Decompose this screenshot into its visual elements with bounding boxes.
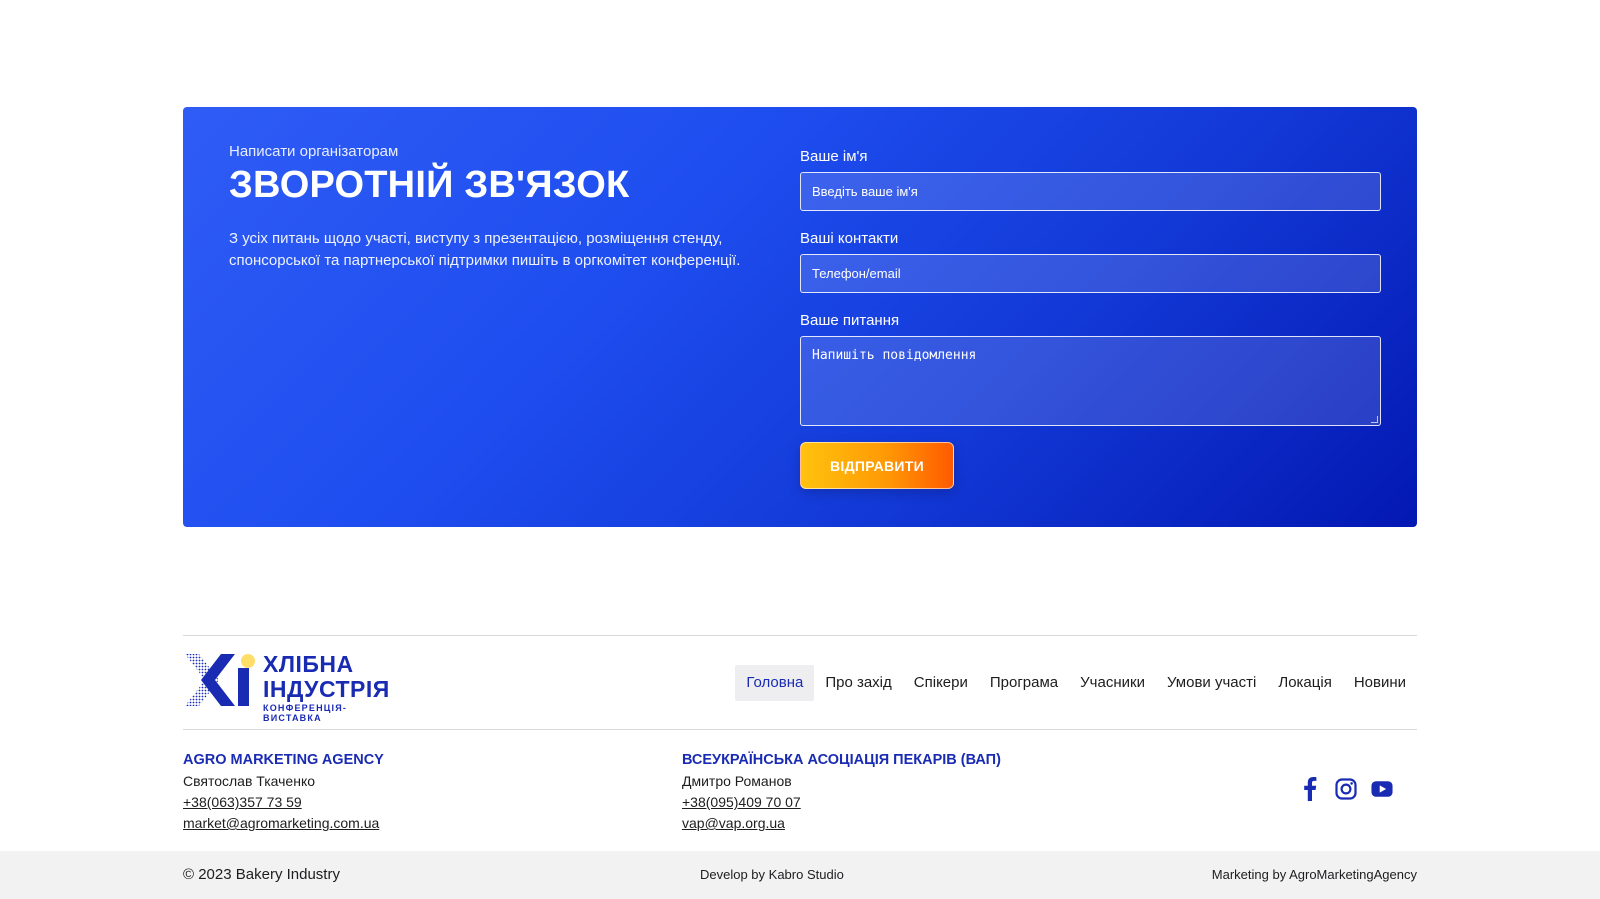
organizer-vap: ВСЕУКРАЇНСЬКА АСОЦІАЦІЯ ПЕКАРІВ (ВАП) Дм… xyxy=(682,750,1001,834)
contacts-label: Ваші контакти xyxy=(800,230,899,247)
bottom-bar: © 2023 Bakery Industry Develop by Kabro … xyxy=(0,851,1600,899)
footer-divider-top xyxy=(183,635,1417,636)
logo-subtitle: КОНФЕРЕНЦІЯ-ВИСТАВКА xyxy=(263,703,348,723)
developer-credit[interactable]: Develop by Kabro Studio xyxy=(700,867,844,882)
contacts-field-group: Ваші контакти xyxy=(800,230,1381,293)
organizer-name: ВСЕУКРАЇНСЬКА АСОЦІАЦІЯ ПЕКАРІВ (ВАП) xyxy=(682,752,1001,768)
marketing-credit[interactable]: Marketing by AgroMarketingAgency xyxy=(1212,867,1417,882)
organizer-name: AGRO MARKETING AGENCY xyxy=(183,752,384,768)
logo-x-mark-icon xyxy=(185,654,255,706)
nav-item-location[interactable]: Локація xyxy=(1267,665,1342,701)
organizer-contact-person: Дмитро Романов xyxy=(682,773,792,789)
logo-line-1: ХЛІБНА xyxy=(263,651,354,677)
nav-item-about[interactable]: Про захід xyxy=(814,665,902,701)
resize-handle-icon[interactable] xyxy=(1371,416,1378,423)
footer-divider-middle xyxy=(183,729,1417,730)
organizer-email-link[interactable]: market@agromarketing.com.ua xyxy=(183,813,384,834)
question-label: Ваше питання xyxy=(800,312,900,329)
logo-wordmark: ХЛІБНА ІНДУСТРІЯ КОНФЕРЕНЦІЯ-ВИСТАВКА xyxy=(263,651,398,724)
nav-item-conditions[interactable]: Умови участі xyxy=(1156,665,1267,701)
organizer-phone-link[interactable]: +38(095)409 70 07 xyxy=(682,792,1001,813)
question-textarea[interactable] xyxy=(800,336,1381,426)
nav-item-speakers[interactable]: Спікери xyxy=(903,665,979,701)
contact-description: З усіх питань щодо участі, виступу з пре… xyxy=(229,230,741,269)
organizer-contact-person: Святослав Ткаченко xyxy=(183,773,316,789)
nav-item-participants[interactable]: Учасники xyxy=(1069,665,1156,701)
nav-item-news[interactable]: Новини xyxy=(1343,665,1417,701)
contact-form: Ваше ім'я Ваші контакти Ваше питання ВІД… xyxy=(800,148,1381,489)
contacts-input[interactable] xyxy=(800,254,1381,293)
organizer-email-link[interactable]: vap@vap.org.ua xyxy=(682,813,1001,834)
site-logo[interactable]: ХЛІБНА ІНДУСТРІЯ КОНФЕРЕНЦІЯ-ВИСТАВКА xyxy=(183,650,398,723)
footer-nav: Головна Про захід Спікери Програма Учасн… xyxy=(735,665,1417,701)
youtube-icon[interactable] xyxy=(1371,778,1393,800)
copyright-text: © 2023 Bakery Industry xyxy=(183,866,340,883)
instagram-icon[interactable] xyxy=(1335,778,1357,800)
organizer-phone-link[interactable]: +38(063)357 73 59 xyxy=(183,792,384,813)
question-field-group: Ваше питання xyxy=(800,312,1381,426)
contact-eyebrow: Написати організаторам xyxy=(229,143,399,160)
nav-item-program[interactable]: Програма xyxy=(979,665,1069,701)
organizer-agro-marketing: AGRO MARKETING AGENCY Святослав Ткаченко… xyxy=(183,750,384,834)
name-input[interactable] xyxy=(800,172,1381,211)
logo-line-2: ІНДУСТРІЯ xyxy=(263,676,390,702)
contact-card: Написати організаторам ЗВОРОТНІЙ ЗВ'ЯЗОК… xyxy=(183,107,1417,527)
name-field-group: Ваше ім'я xyxy=(800,148,1381,211)
question-textarea-wrapper xyxy=(800,336,1381,426)
contact-intro: Написати організаторам ЗВОРОТНІЙ ЗВ'ЯЗОК… xyxy=(229,143,769,272)
facebook-icon[interactable] xyxy=(1299,777,1321,801)
name-label: Ваше ім'я xyxy=(800,148,868,165)
submit-button[interactable]: ВІДПРАВИТИ xyxy=(800,442,954,489)
social-links xyxy=(1299,777,1393,801)
contact-title: ЗВОРОТНІЙ ЗВ'ЯЗОК xyxy=(229,164,630,206)
nav-item-home[interactable]: Головна xyxy=(735,665,815,701)
